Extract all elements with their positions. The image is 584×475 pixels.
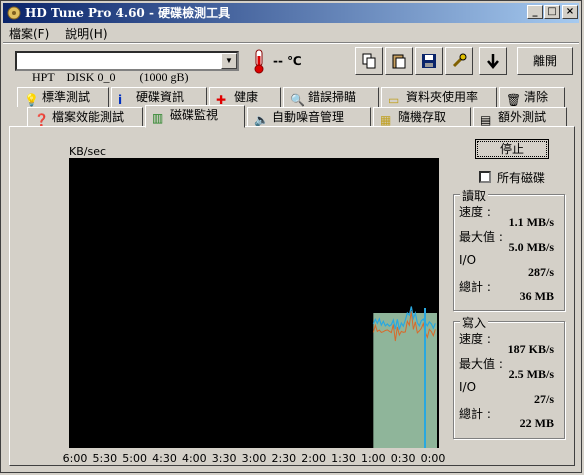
red-cross-icon: ✚ bbox=[216, 92, 227, 107]
drive-select[interactable]: HPT DISK 0_0 (1000 gB) ▼ bbox=[15, 51, 239, 84]
all-disks-label: 所有磁碟 bbox=[497, 171, 546, 185]
tab-health[interactable]: ✚ 健康 bbox=[209, 87, 281, 107]
read-speed-label: 速度 : bbox=[459, 205, 491, 219]
stop-button-label: 停止 bbox=[477, 141, 547, 157]
tools-icon bbox=[452, 53, 467, 68]
drive-select-value: HPT DISK 0_0 (1000 gB) bbox=[32, 70, 189, 84]
info-icon: i bbox=[118, 92, 123, 107]
y-axis-unit: KB/sec bbox=[69, 145, 107, 158]
write-io-label: I/O bbox=[459, 380, 477, 394]
write-max-label: 最大值 : bbox=[459, 357, 503, 371]
copy-screenshot-button[interactable] bbox=[385, 47, 413, 75]
activity-chart-svg bbox=[372, 306, 437, 448]
stop-button[interactable]: 停止 bbox=[475, 139, 549, 159]
options-button[interactable] bbox=[445, 47, 473, 75]
read-group-title: 讀取 bbox=[460, 187, 489, 204]
tab-random-access[interactable]: ▦ 隨機存取 bbox=[373, 107, 471, 127]
disk-monitor-icon: ▥ bbox=[152, 110, 164, 125]
download-button[interactable] bbox=[479, 47, 507, 75]
minimize-button[interactable]: _ bbox=[527, 5, 543, 19]
read-total-label: 總計 : bbox=[459, 280, 491, 294]
close-button[interactable]: × bbox=[562, 5, 578, 19]
menu-help[interactable]: 說明(H) bbox=[59, 24, 113, 43]
down-arrow-icon bbox=[487, 54, 499, 69]
activity-chart bbox=[69, 158, 439, 448]
tab-benchmark[interactable]: 💡 標準測試 bbox=[17, 87, 109, 107]
extra-tests-icon: ▤ bbox=[480, 112, 492, 127]
tab-erase[interactable]: 🗑 清除 bbox=[499, 87, 565, 107]
menu-separator bbox=[3, 42, 579, 44]
tab-folder-usage[interactable]: ▭ 資料夾使用率 bbox=[381, 87, 497, 107]
tab-extra-tests[interactable]: ▤ 額外測試 bbox=[473, 107, 567, 127]
write-speed-value: 187 KB/s bbox=[507, 342, 554, 356]
read-group: 讀取 速度 : 1.1 MB/s 最大值 : 5.0 MB/s I/O 287/… bbox=[453, 187, 565, 311]
floppy-disk-icon bbox=[422, 54, 436, 68]
chevron-down-icon[interactable]: ▼ bbox=[221, 53, 237, 69]
write-speed-label: 速度 : bbox=[459, 332, 491, 346]
write-total-label: 總計 : bbox=[459, 407, 491, 421]
window-title: HD Tune Pro 4.60 - 硬碟檢測工具 bbox=[25, 6, 231, 20]
write-max-value: 2.5 MB/s bbox=[508, 367, 554, 381]
tab-file-benchmark[interactable]: ❓ 檔案效能測試 bbox=[27, 107, 143, 127]
write-total-value: 22 MB bbox=[519, 416, 554, 430]
app-icon bbox=[7, 6, 21, 20]
read-io-label: I/O bbox=[459, 253, 477, 267]
tab-info[interactable]: i 硬碟資訊 bbox=[111, 87, 207, 107]
maximize-button[interactable]: □ bbox=[544, 5, 560, 19]
write-io-value: 27/s bbox=[533, 392, 554, 406]
clipboard-icon bbox=[392, 54, 406, 69]
read-max-value: 5.0 MB/s bbox=[508, 240, 554, 254]
magnifier-icon: 🔍 bbox=[290, 92, 305, 107]
menu-bar: 檔案(F) 說明(H) bbox=[3, 24, 114, 42]
trash-icon: 🗑 bbox=[506, 92, 522, 107]
tab-error-scan[interactable]: 🔍 錯誤掃瞄 bbox=[283, 87, 379, 107]
file-benchmark-icon: ❓ bbox=[34, 112, 49, 127]
all-disks-checkbox[interactable] bbox=[479, 171, 491, 183]
copy-icon bbox=[362, 53, 376, 69]
speaker-icon: 🔈 bbox=[254, 112, 269, 127]
tab-disk-monitor[interactable]: ▥ 磁碟監視 bbox=[145, 105, 245, 128]
write-group: 寫入 速度 : 187 KB/s 最大值 : 2.5 MB/s I/O 27/s… bbox=[453, 314, 565, 439]
random-access-icon: ▦ bbox=[380, 112, 392, 127]
title-bar[interactable]: HD Tune Pro 4.60 - 硬碟檢測工具 _ □ × bbox=[3, 3, 579, 23]
lightbulb-icon: 💡 bbox=[24, 92, 39, 107]
thermometer-icon bbox=[254, 49, 264, 74]
read-max-label: 最大值 : bbox=[459, 230, 503, 244]
save-button[interactable] bbox=[415, 47, 443, 75]
read-total-value: 36 MB bbox=[519, 289, 554, 303]
x-tick-label: 0:00 bbox=[420, 452, 446, 465]
exit-button[interactable]: 離開 bbox=[517, 47, 573, 75]
activity-fill-area bbox=[373, 313, 437, 448]
tab-aam[interactable]: 🔈 自動噪音管理 bbox=[247, 107, 371, 127]
read-io-value: 287/s bbox=[527, 265, 554, 279]
copy-info-button[interactable] bbox=[355, 47, 383, 75]
menu-file[interactable]: 檔案(F) bbox=[3, 24, 55, 43]
read-speed-value: 1.1 MB/s bbox=[508, 215, 554, 229]
folder-icon: ▭ bbox=[388, 92, 400, 107]
write-group-title: 寫入 bbox=[460, 314, 489, 331]
temperature-readout: -- ℃ bbox=[273, 54, 302, 68]
app-window: HD Tune Pro 4.60 - 硬碟檢測工具 _ □ × 檔案(F) 說明… bbox=[0, 0, 582, 473]
